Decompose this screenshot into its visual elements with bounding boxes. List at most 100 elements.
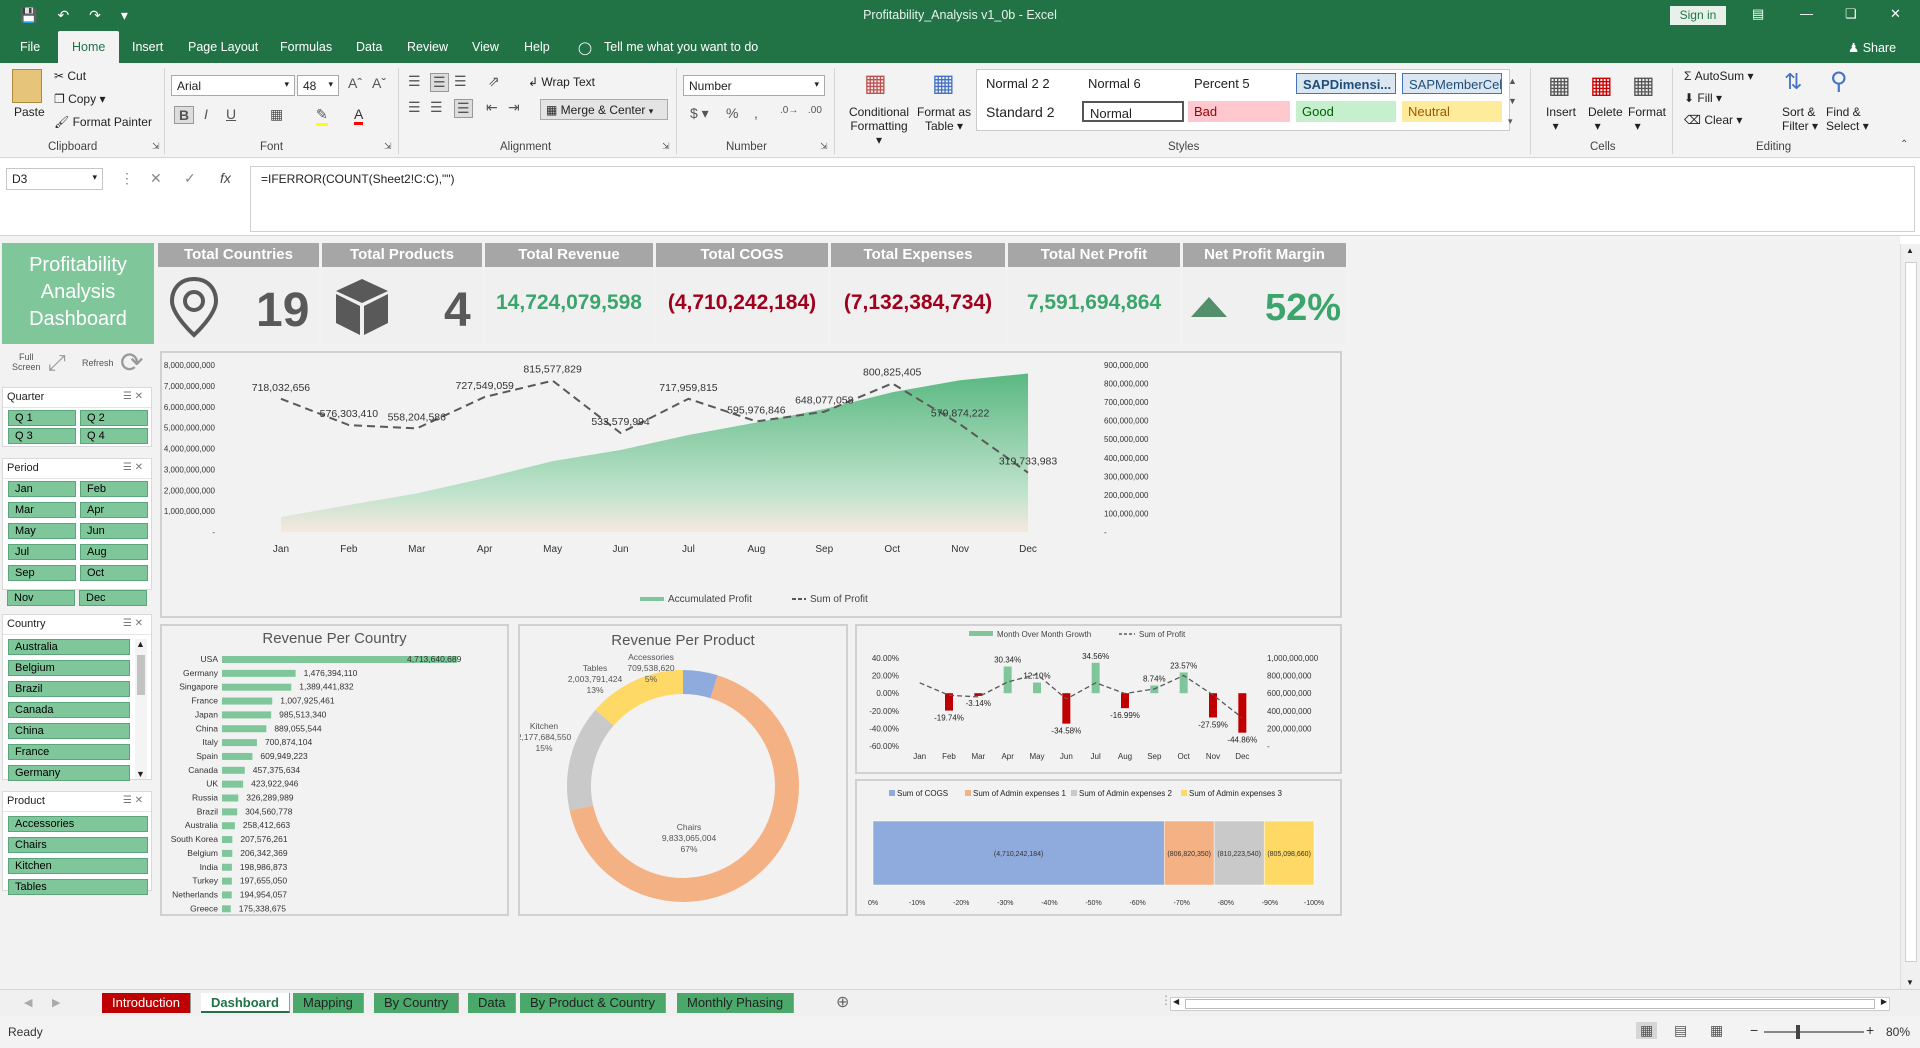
- scroll-up-icon[interactable]: ▲: [1906, 246, 1914, 255]
- cancel-icon[interactable]: ✕: [150, 170, 162, 187]
- refresh-label[interactable]: Refresh: [82, 358, 114, 368]
- delete-cells-button[interactable]: Delete ▾: [1588, 105, 1623, 133]
- paste-icon[interactable]: [12, 69, 42, 103]
- increase-font-icon[interactable]: Aˆ: [348, 75, 362, 91]
- align-top-icon[interactable]: ☰: [408, 73, 421, 90]
- next-sheet-icon[interactable]: ▶: [52, 996, 60, 1009]
- slicer-item[interactable]: Accessories: [8, 816, 148, 832]
- slicer-item[interactable]: China: [8, 723, 130, 739]
- align-middle-icon[interactable]: ☰: [430, 73, 449, 92]
- style-sapmembercell[interactable]: SAPMemberCell: [1402, 73, 1502, 94]
- slicer-item[interactable]: Nov: [7, 590, 75, 606]
- increase-indent-icon[interactable]: ⇥: [508, 99, 520, 116]
- slicer-item[interactable]: Belgium: [8, 660, 130, 676]
- find-select-button[interactable]: Find & Select ▾: [1826, 105, 1869, 133]
- clear-filter-icon[interactable]: ☰ ✕: [123, 795, 143, 806]
- scroll-right-icon[interactable]: ▶: [1881, 997, 1887, 1006]
- decrease-indent-icon[interactable]: ⇤: [486, 99, 498, 116]
- sheet-tab-dashboard[interactable]: Dashboard: [201, 993, 290, 1013]
- tell-me-search[interactable]: Tell me what you want to do: [604, 40, 758, 54]
- align-right-icon[interactable]: ☰: [454, 99, 473, 118]
- zoom-slider-thumb[interactable]: [1796, 1025, 1800, 1039]
- slicer-item[interactable]: Germany: [8, 765, 130, 781]
- style-normal-2-2[interactable]: Normal 2 2: [980, 73, 1080, 94]
- bold-button[interactable]: B: [174, 106, 195, 124]
- clear-button[interactable]: ⌫ Clear ▾: [1684, 113, 1742, 127]
- zoom-slider[interactable]: [1764, 1031, 1864, 1033]
- clear-filter-icon[interactable]: ☰ ✕: [123, 462, 143, 473]
- format-cells-icon[interactable]: ▦: [1632, 71, 1655, 100]
- dialog-launcher-icon[interactable]: ⇲: [662, 141, 670, 152]
- sheet-tab-by-country[interactable]: By Country: [374, 993, 460, 1013]
- delete-cells-icon[interactable]: ▦: [1590, 71, 1613, 100]
- formula-input[interactable]: =IFERROR(COUNT(Sheet2!C:C),""): [250, 166, 1915, 232]
- dialog-launcher-icon[interactable]: ⇲: [384, 141, 392, 152]
- cut-button[interactable]: ✂ Cut: [54, 69, 86, 83]
- slicer-item[interactable]: Q 1: [8, 410, 76, 426]
- close-icon[interactable]: ✕: [1890, 6, 1901, 22]
- slicer-item[interactable]: Chairs: [8, 837, 148, 853]
- slicer-item[interactable]: France: [8, 744, 130, 760]
- format-as-table-button[interactable]: Format as Table ▾: [916, 105, 972, 133]
- insert-function-icon[interactable]: fx: [220, 170, 231, 186]
- fill-color-icon[interactable]: ✎: [316, 106, 328, 126]
- slicer-item[interactable]: May: [8, 523, 76, 539]
- scroll-thumb[interactable]: [1185, 999, 1875, 1009]
- style-normal[interactable]: Normal: [1082, 101, 1184, 122]
- page-layout-view-icon[interactable]: ▤: [1674, 1022, 1687, 1039]
- slicer-item[interactable]: Dec: [79, 590, 147, 606]
- gallery-scroll-icon[interactable]: ▲ ▼ ▾: [1508, 71, 1517, 131]
- number-format-select[interactable]: Number ▾: [683, 75, 825, 96]
- tab-file[interactable]: File: [20, 40, 40, 54]
- scroll-thumb[interactable]: [1905, 262, 1917, 962]
- slicer-item[interactable]: Canada: [8, 702, 130, 718]
- autosum-button[interactable]: Σ AutoSum ▾: [1684, 69, 1753, 83]
- conditional-formatting-icon[interactable]: ▦: [864, 69, 887, 98]
- tab-review[interactable]: Review: [407, 40, 448, 54]
- collapse-ribbon-icon[interactable]: ⌃: [1900, 139, 1908, 150]
- decrease-font-icon[interactable]: Aˇ: [372, 75, 386, 91]
- font-name-select[interactable]: Arial ▾: [171, 75, 295, 96]
- scroll-down-icon[interactable]: ▼: [1906, 978, 1914, 987]
- format-painter-button[interactable]: 🖌 Format Painter: [54, 115, 152, 129]
- style-good[interactable]: Good: [1296, 101, 1396, 122]
- tab-formulas[interactable]: Formulas: [280, 40, 332, 54]
- borders-icon[interactable]: ▦: [270, 106, 283, 123]
- underline-button[interactable]: U: [226, 106, 236, 122]
- decrease-decimal-icon[interactable]: .00: [808, 105, 822, 116]
- tab-page-layout[interactable]: Page Layout: [188, 40, 258, 54]
- slicer-item[interactable]: Australia: [8, 639, 130, 655]
- slicer-item[interactable]: Q 3: [8, 428, 76, 444]
- orientation-icon[interactable]: ⇗: [488, 73, 500, 90]
- paste-button[interactable]: Paste: [14, 105, 45, 119]
- sign-in-button[interactable]: Sign in: [1670, 6, 1726, 25]
- sheet-tab-data[interactable]: Data: [468, 993, 517, 1013]
- slicer-item[interactable]: Kitchen: [8, 858, 148, 874]
- find-select-icon[interactable]: ⚲: [1830, 67, 1848, 96]
- slicer-item[interactable]: Oct: [80, 565, 148, 581]
- conditional-formatting-button[interactable]: Conditional Formatting ▾: [846, 105, 912, 147]
- tab-home[interactable]: Home: [58, 31, 120, 64]
- name-box[interactable]: D3 ▾: [6, 168, 103, 190]
- add-sheet-icon[interactable]: ⊕: [836, 992, 849, 1012]
- align-bottom-icon[interactable]: ☰: [454, 73, 467, 90]
- sheet-tab-introduction[interactable]: Introduction: [102, 993, 191, 1013]
- insert-cells-icon[interactable]: ▦: [1548, 71, 1571, 100]
- prev-sheet-icon[interactable]: ◀: [24, 996, 32, 1009]
- currency-icon[interactable]: $ ▾: [690, 105, 709, 122]
- sheet-tab-monthly-phasing[interactable]: Monthly Phasing: [677, 993, 795, 1013]
- sheet-tab-mapping[interactable]: Mapping: [293, 993, 364, 1013]
- tab-view[interactable]: View: [472, 40, 499, 54]
- format-as-table-icon[interactable]: ▦: [932, 69, 955, 98]
- merge-center-button[interactable]: ▦ Merge & Center ▾: [540, 99, 668, 120]
- dialog-launcher-icon[interactable]: ⇲: [152, 141, 160, 152]
- sort-filter-icon[interactable]: ⇅: [1784, 69, 1802, 95]
- slicer-item[interactable]: Mar: [8, 502, 76, 518]
- format-cells-button[interactable]: Format ▾: [1628, 105, 1666, 133]
- slicer-item[interactable]: Sep: [8, 565, 76, 581]
- sort-filter-button[interactable]: Sort & Filter ▾: [1782, 105, 1818, 133]
- enter-icon[interactable]: ✓: [184, 170, 196, 187]
- slicer-scrollbar[interactable]: ▲ ▼: [135, 639, 147, 779]
- slicer-item[interactable]: Brazil: [8, 681, 130, 697]
- scroll-down-icon[interactable]: ▼: [136, 769, 145, 779]
